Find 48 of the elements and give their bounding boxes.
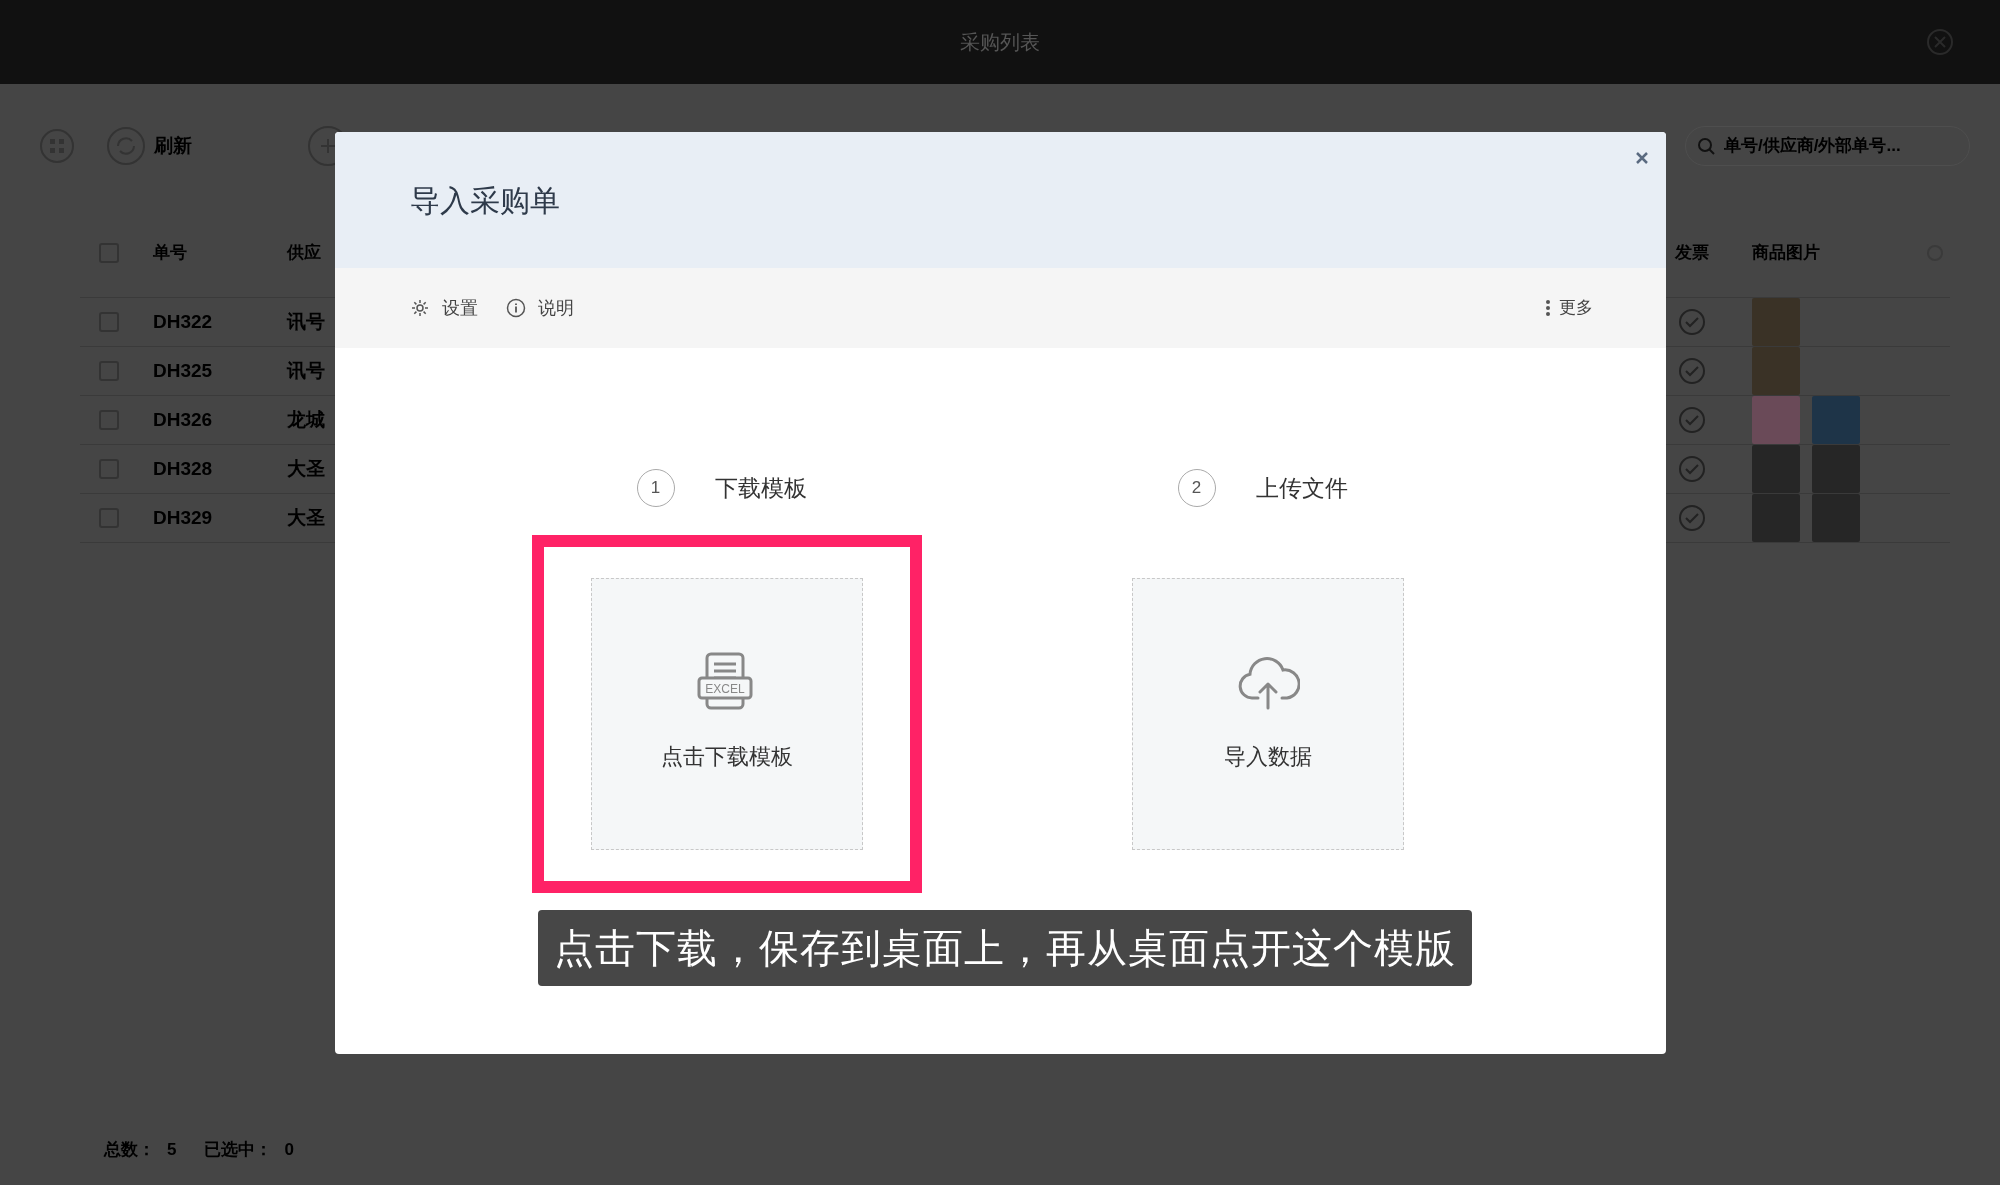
table-cell-text: DH329 [153,505,214,530]
selected-count: 0 [284,1139,294,1162]
photo-placeholder [1752,396,1800,444]
photo-placeholder [1812,494,1860,542]
check-circle-icon [1678,406,1706,434]
window-title: 采购列表 [960,30,1040,55]
photo-placeholder [1752,494,1800,542]
close-icon [1635,151,1649,165]
check-circle-icon [1678,357,1706,385]
total-count: 5 [167,1139,177,1162]
column-header: 发票 [1675,241,1710,264]
table-cell-text: DH326 [153,407,214,432]
total-label: 总数： [104,1139,155,1162]
column-header: 供应 [287,241,322,264]
check-circle-icon [1678,308,1706,336]
info-button[interactable]: 说明 [506,294,574,322]
search-icon [1697,137,1715,155]
import-data-button[interactable]: 导入数据 [1131,578,1404,850]
close-icon [1926,28,1954,56]
dialog-title: 导入采购单 [410,182,560,219]
table-cell-text: 龙城 [287,407,326,432]
more-button[interactable]: 更多 [1545,295,1593,321]
info-icon [506,298,526,318]
selected-label: 已选中： [204,1139,273,1162]
check-circle-icon [1678,455,1706,483]
step-label: 上传文件 [1255,473,1348,503]
caption: 点击下载，保存到桌面上，再从桌面点开这个模版 [537,910,1472,986]
search-field[interactable]: 单号/供应商/外部单号... [1685,126,1970,166]
table-cell-text: 讯号 [287,358,326,383]
more-icon [1545,298,1551,318]
column-header: 商品图片 [1752,241,1821,264]
plus-icon [319,137,337,155]
table-cell-text: DH322 [153,309,214,334]
check-circle-icon [1678,504,1706,532]
table-cell-text: 大圣 [287,505,326,530]
download-template-button[interactable]: EXCEL 点击下载模板 [590,578,863,850]
table-cell-text: 大圣 [287,456,326,481]
photo-placeholder [1812,445,1860,493]
settings-button[interactable]: 设置 [410,294,478,322]
table-cell-text: 讯号 [287,309,326,334]
photo-placeholder [1752,298,1800,346]
photo-placeholder [1752,445,1800,493]
photo-placeholder [1752,347,1800,395]
column-header: 单号 [153,241,188,264]
step-label: 下载模板 [714,473,807,503]
table-cell-text: DH325 [153,358,214,383]
photo-placeholder [1812,396,1860,444]
table-cell-text: DH328 [153,456,214,481]
